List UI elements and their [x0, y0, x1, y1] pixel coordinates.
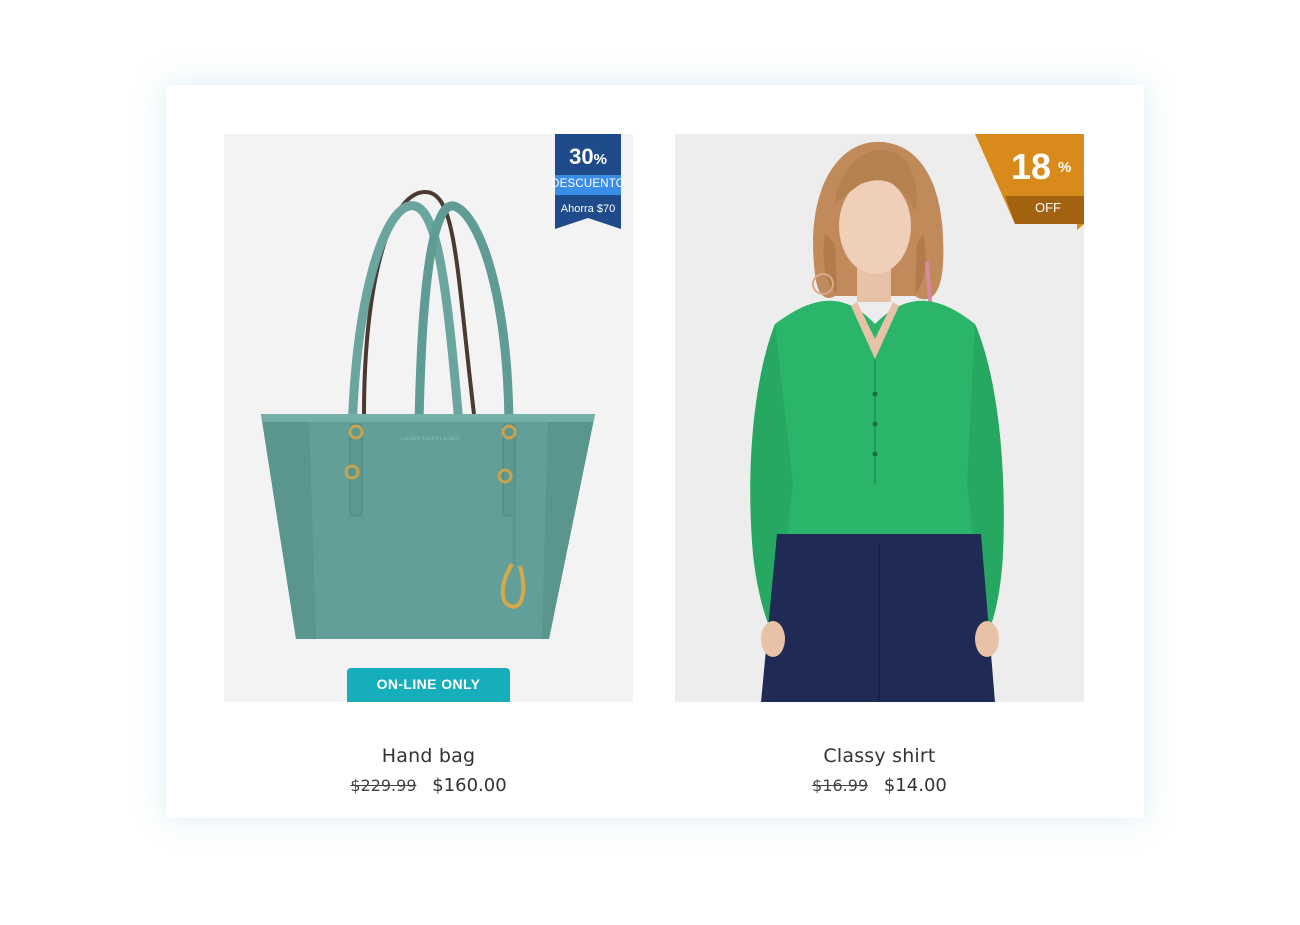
discount-ribbon-badge: 30% DESCUENTO Ahorra $70 — [551, 134, 625, 229]
product-grid: LAUREN RALPH LAUREN 30% DESCUENTO Ahorra… — [166, 85, 1144, 818]
sale-price: $14.00 — [883, 775, 947, 796]
discount-corner-badge: 18 % OFF — [975, 134, 1084, 230]
sale-price: $160.00 — [432, 775, 507, 796]
discount-label: DESCUENTO — [551, 178, 625, 190]
discount-percent: 18 — [1011, 146, 1052, 187]
product-image[interactable]: LAUREN RALPH LAUREN 30% DESCUENTO Ahorra… — [224, 134, 633, 702]
discount-label: OFF — [1035, 200, 1061, 215]
discount-percent: 30% — [569, 144, 607, 169]
discount-saving: Ahorra $70 — [560, 203, 616, 215]
product-name[interactable]: Classy shirt — [675, 745, 1084, 767]
svg-text:LAUREN RALPH LAUREN: LAUREN RALPH LAUREN — [400, 437, 460, 442]
product-card-handbag[interactable]: LAUREN RALPH LAUREN 30% DESCUENTO Ahorra… — [224, 134, 633, 796]
discount-percent-symbol: % — [1058, 159, 1072, 176]
product-price: $16.99 $14.00 — [675, 775, 1084, 796]
product-image[interactable]: 18 % OFF — [675, 134, 1084, 702]
old-price: $16.99 — [812, 776, 869, 795]
product-price: $229.99 $160.00 — [224, 775, 633, 796]
product-card-shirt[interactable]: 18 % OFF Classy shirt $16.99 $14.00 — [675, 134, 1084, 796]
page: LAUREN RALPH LAUREN 30% DESCUENTO Ahorra… — [0, 0, 1300, 925]
online-only-tag: ON-LINE ONLY — [347, 668, 510, 702]
old-price: $229.99 — [350, 776, 417, 795]
product-name[interactable]: Hand bag — [224, 745, 633, 767]
